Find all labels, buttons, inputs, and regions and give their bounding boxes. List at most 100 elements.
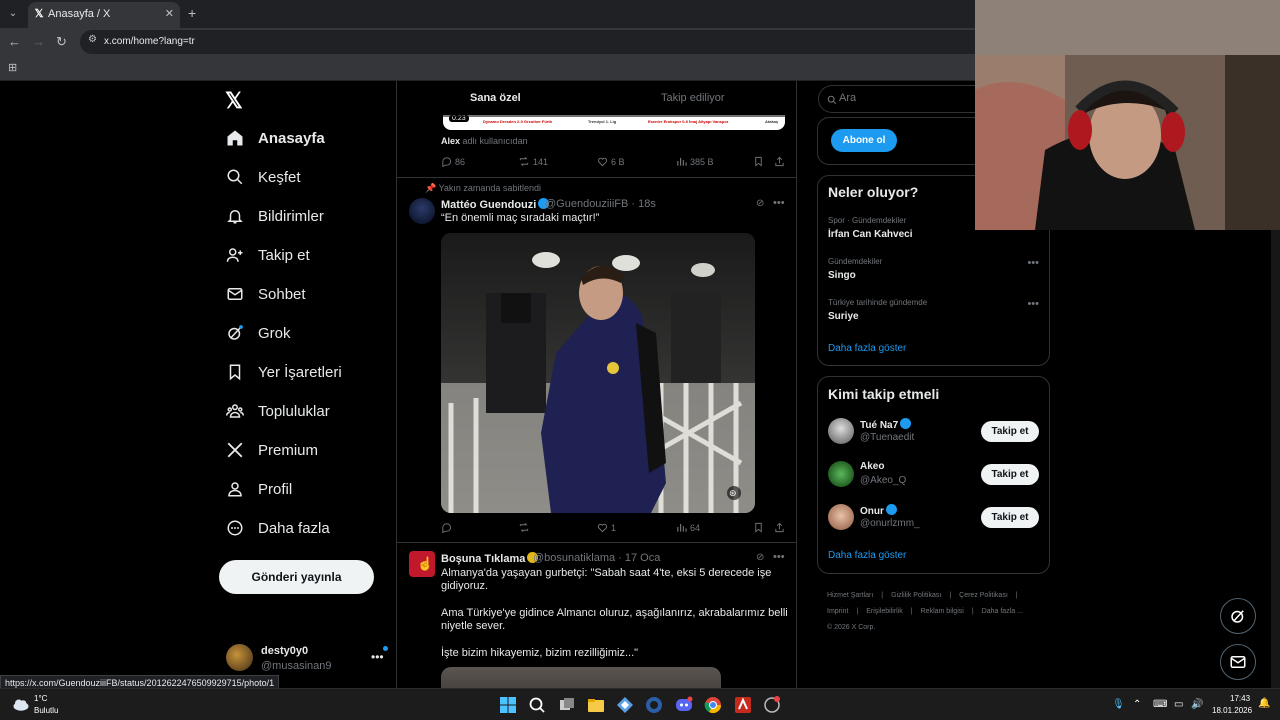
nav-item-home[interactable]: Anasayfa — [224, 120, 384, 156]
trend-name[interactable]: İrfan Can Kahveci — [828, 229, 912, 240]
more-dots-icon[interactable]: ••• — [1027, 257, 1039, 269]
follow-button[interactable]: Takip et — [981, 421, 1039, 442]
nav-item-explore[interactable]: Keşfet — [224, 159, 384, 195]
avatar[interactable] — [409, 198, 435, 224]
video-thumbnail[interactable]: 0:23 Dynamo Dresden 2-0 Greuther Fürth T… — [443, 115, 785, 130]
site-info-icon[interactable]: ⚙ — [88, 34, 97, 45]
tab-close-icon[interactable]: ✕ — [165, 7, 174, 20]
mic-icon[interactable]: 🎙 — [1112, 699, 1125, 710]
wtf-name[interactable]: Akeo — [860, 461, 884, 472]
trends-show-more[interactable]: Daha fazla göster — [828, 343, 906, 354]
wtf-name[interactable]: Onur — [860, 504, 897, 517]
nav-item-follow[interactable]: Takip et — [224, 237, 384, 273]
avatar[interactable]: ☝ — [409, 551, 435, 577]
reply-button[interactable]: 86 — [441, 156, 465, 167]
share-icon[interactable] — [774, 522, 788, 533]
repost-button[interactable] — [518, 522, 533, 533]
taskbar-search-icon[interactable] — [528, 696, 546, 714]
more-dots-icon[interactable]: ••• — [773, 197, 785, 209]
more-dots-icon[interactable]: ••• — [773, 551, 785, 563]
app-icon[interactable] — [645, 696, 663, 714]
messages-fab-button[interactable] — [1220, 644, 1256, 680]
photo-edit-icon[interactable]: ⊛ — [729, 488, 737, 499]
app-icon[interactable] — [616, 696, 634, 714]
footer-link[interactable]: Reklam bilgisi — [921, 608, 964, 615]
footer-link[interactable]: Daha fazla ... — [982, 608, 1023, 615]
post-button[interactable]: Gönderi yayınla — [219, 560, 374, 594]
apps-grid-icon[interactable]: ⊞ — [8, 61, 17, 74]
author-handle[interactable]: @GuendouziiiFB · 18s — [545, 198, 656, 210]
app-icon[interactable] — [734, 696, 752, 714]
avatar[interactable] — [828, 418, 854, 444]
forward-icon[interactable]: → — [32, 34, 45, 50]
volume-icon[interactable]: 🔊 — [1191, 699, 1203, 710]
reply-button[interactable] — [441, 522, 455, 533]
author-handle[interactable]: @bosunatiklama · 17 Oca — [533, 552, 660, 564]
new-tab-button[interactable]: + — [188, 5, 196, 21]
nav-item-more[interactable]: Daha fazla — [224, 510, 384, 546]
footer-link[interactable]: Imprint — [827, 608, 848, 615]
browser-tab[interactable]: 𝕏 Anasayfa / X ✕ — [28, 2, 180, 28]
nav-item-premium[interactable]: Premium — [224, 432, 384, 468]
account-switcher[interactable]: desty0y0 @musasinan9 ••• — [226, 644, 388, 674]
social-user[interactable]: Alex — [441, 136, 460, 146]
scrollbar[interactable] — [1271, 230, 1280, 688]
task-view-icon[interactable] — [558, 696, 576, 714]
nav-item-chat[interactable]: Sohbet — [224, 276, 384, 312]
wtf-show-more[interactable]: Daha fazla göster — [828, 550, 906, 561]
reload-icon[interactable]: ↻ — [56, 34, 67, 50]
tweet-author[interactable]: Boşuna Tıklama — [441, 552, 539, 565]
follow-button[interactable]: Takip et — [981, 464, 1039, 485]
tray-chevron-icon[interactable]: ⌃ — [1133, 699, 1141, 710]
like-button[interactable]: 1 — [597, 522, 616, 533]
tab-for-you[interactable]: Sana özel — [470, 92, 521, 104]
keyboard-icon[interactable]: ⌨ — [1153, 699, 1167, 710]
tweet-photo[interactable] — [441, 667, 721, 688]
views-button[interactable]: 64 — [676, 522, 700, 533]
tab-search-button[interactable]: ⌄ — [4, 5, 22, 23]
network-icon[interactable]: ▭ — [1174, 699, 1183, 710]
clock-date[interactable]: 18.01.2026 — [1212, 706, 1252, 715]
discord-icon[interactable] — [675, 696, 693, 714]
like-button[interactable]: 6 B — [597, 156, 625, 167]
subscribe-button[interactable]: Abone ol — [831, 129, 897, 152]
views-button[interactable]: 385 B — [676, 156, 714, 167]
tweet-author[interactable]: Mattéo Guendouzi — [441, 198, 550, 211]
search-input[interactable] — [839, 92, 969, 104]
nav-item-communities[interactable]: Topluluklar — [224, 393, 384, 429]
bookmark-icon[interactable] — [753, 156, 767, 167]
nav-item-bookmarks[interactable]: Yer İşaretleri — [224, 354, 384, 390]
wtf-name[interactable]: Tué Na7 — [860, 418, 912, 431]
grok-icon[interactable]: ⊘ — [756, 552, 764, 563]
more-dots-icon[interactable]: ••• — [1027, 298, 1039, 310]
nav-item-notifications[interactable]: Bildirimler — [224, 198, 384, 234]
chrome-icon[interactable] — [704, 696, 722, 714]
grok-fab-button[interactable] — [1220, 598, 1256, 634]
footer-link[interactable]: Erişilebilirlik — [866, 608, 903, 615]
nav-item-grok[interactable]: Grok — [224, 315, 384, 351]
search-box[interactable] — [818, 85, 978, 113]
repost-button[interactable]: 141 — [518, 156, 548, 167]
app-icon[interactable] — [763, 696, 781, 714]
x-logo-icon[interactable]: 𝕏 — [225, 88, 243, 114]
clock-time[interactable]: 17:43 — [1230, 694, 1250, 703]
avatar[interactable] — [828, 504, 854, 530]
grok-icon[interactable]: ⊘ — [756, 198, 764, 209]
file-explorer-icon[interactable] — [587, 696, 605, 714]
footer-link[interactable]: Gizlilik Politikası — [891, 592, 941, 599]
bookmark-icon[interactable] — [753, 522, 767, 533]
tab-following[interactable]: Takip ediliyor — [661, 92, 725, 104]
share-icon[interactable] — [774, 156, 788, 167]
nav-item-profile[interactable]: Profil — [224, 471, 384, 507]
address-bar[interactable]: ⚙ x.com/home?lang=tr — [80, 30, 975, 54]
trend-name[interactable]: Suriye — [828, 311, 859, 322]
footer-link[interactable]: Çerez Politikası — [959, 592, 1008, 599]
windows-start-icon[interactable] — [499, 696, 517, 714]
notification-icon[interactable]: 🔔 — [1258, 698, 1270, 709]
weather-temp[interactable]: 1°C — [34, 694, 47, 703]
trend-name[interactable]: Singo — [828, 270, 856, 281]
follow-button[interactable]: Takip et — [981, 507, 1039, 528]
avatar[interactable] — [828, 461, 854, 487]
weather-desc[interactable]: Bulutlu — [34, 706, 58, 715]
back-icon[interactable]: ← — [8, 34, 21, 50]
